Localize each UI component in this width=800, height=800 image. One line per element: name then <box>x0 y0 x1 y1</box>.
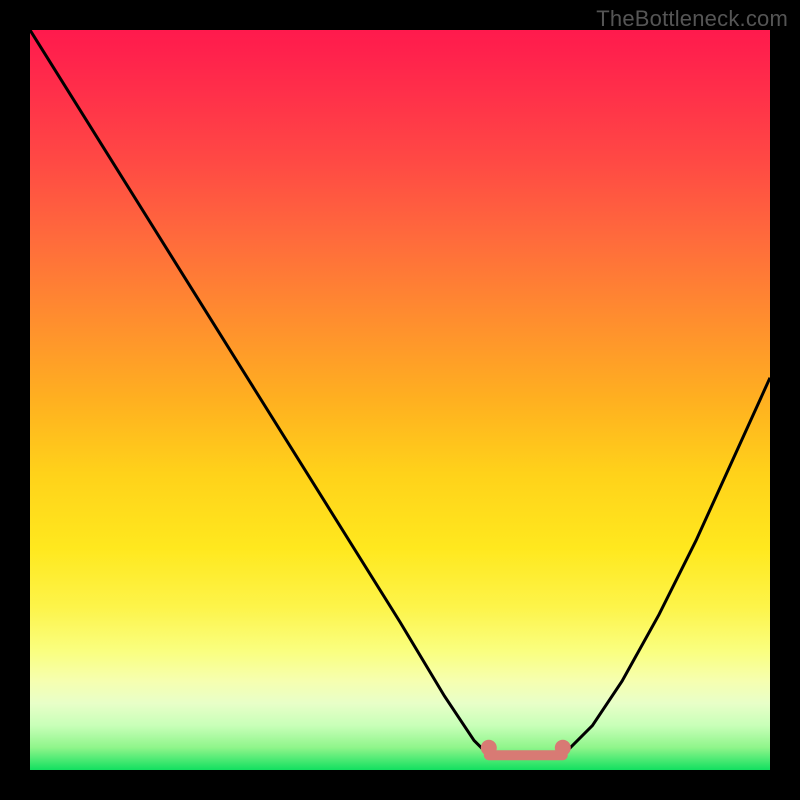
flat-band-dot-left <box>481 740 497 756</box>
bottleneck-curve <box>30 30 770 770</box>
curve-right-path <box>563 378 770 755</box>
curve-left-path <box>30 30 489 755</box>
watermark-text: TheBottleneck.com <box>596 6 788 32</box>
flat-band-dot-right <box>555 740 571 756</box>
plot-area <box>30 30 770 770</box>
